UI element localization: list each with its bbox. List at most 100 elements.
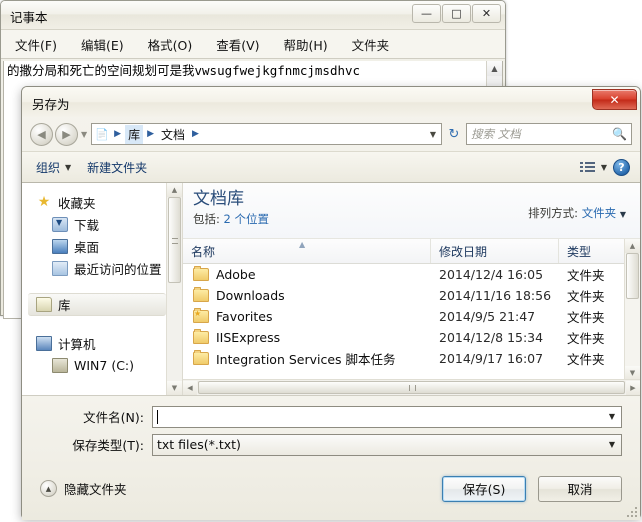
includes-link[interactable]: 2 个位置 [224,212,269,226]
close-icon[interactable]: ✕ [592,89,637,110]
sidebar-item-favorites[interactable]: ★ 收藏夹 [22,191,182,213]
recent-places-icon [52,260,68,276]
refresh-icon[interactable]: ↻ [444,127,464,142]
hscrollbar-thumb[interactable] [198,381,625,394]
chevron-up-icon[interactable]: ▲ [40,480,57,497]
file-name: Integration Services 脚本任务 [216,352,396,367]
scroll-down-icon[interactable]: ▼ [167,381,182,395]
chevron-down-icon[interactable]: ▼ [81,130,87,139]
scroll-left-icon[interactable]: ◀ [183,380,197,395]
save-button[interactable]: 保存(S) [442,475,526,502]
save-form: 文件名(N): ▼ 保存类型(T): txt files(*.txt) ▼ [22,395,640,457]
sidebar-item-drive-c[interactable]: WIN7 (C:) [22,354,182,376]
file-list-pane: 文档库 包括: 2 个位置 排列方式: 文件夹 ▼ 名称 ▲ 修改日期 类型 A… [183,183,640,395]
filename-row: 文件名(N): ▼ [40,405,622,428]
breadcrumb-library[interactable]: 库 [125,124,144,144]
menu-edit[interactable]: 编辑(E) [77,33,128,56]
help-icon[interactable]: ? [613,158,630,176]
dialog-titlebar[interactable]: 另存为 ✕ [22,87,640,117]
table-row[interactable]: Favorites 2014/9/5 21:47 文件夹 [183,306,640,327]
sidebar-label-desktop: 桌面 [74,239,100,255]
hide-folders-button[interactable]: ▲ 隐藏文件夹 [40,479,127,498]
view-chevron-down-icon[interactable]: ▼ [601,163,607,172]
view-options-icon[interactable] [579,161,595,174]
resize-grip[interactable] [625,505,637,517]
chevron-down-icon[interactable]: ▼ [609,440,615,449]
arrange-by[interactable]: 排列方式: 文件夹 ▼ [528,205,626,221]
cancel-button[interactable]: 取消 [538,475,622,502]
column-header-name[interactable]: 名称 ▲ [183,239,431,263]
back-button[interactable]: ◀ [30,122,53,146]
chevron-down-icon[interactable]: ▼ [620,210,626,219]
downloads-icon [52,216,68,232]
menu-file[interactable]: 文件(F) [11,33,61,56]
menu-view[interactable]: 查看(V) [212,33,263,56]
sort-ascending-icon: ▲ [299,240,306,249]
navigation-pane: ★ 收藏夹 下载 桌面 最近访问的位置 [22,183,183,395]
sidebar-item-desktop[interactable]: 桌面 [22,235,182,257]
sidebar-item-computer[interactable]: 计算机 [22,332,182,354]
breadcrumb-separator-icon[interactable]: ▶ [110,129,125,139]
search-box[interactable]: 搜索 文档 🔍 [466,123,632,145]
menu-folder[interactable]: 文件夹 [348,33,394,56]
sidebar-item-recent-places[interactable]: 最近访问的位置 [22,257,182,279]
minimize-icon[interactable]: — [412,4,441,23]
arrange-value[interactable]: 文件夹 [582,206,617,220]
desktop-icon [52,238,68,254]
notepad-document-text: 的撒分局和死亡的空间规划可是我vwsugfwejkgfnmcjmsdhvc [7,63,361,78]
star-icon: ★ [37,193,51,210]
breadcrumb-separator-icon-2[interactable]: ▶ [143,129,158,139]
scroll-right-icon[interactable]: ▶ [626,380,640,395]
filetype-select[interactable]: txt files(*.txt) ▼ [152,433,622,456]
computer-icon [36,335,52,351]
file-list-horizontal-scrollbar[interactable]: ◀ ▶ [183,379,640,395]
new-folder-button[interactable]: 新建文件夹 [79,156,155,179]
table-row[interactable]: Adobe 2014/12/4 16:05 文件夹 [183,264,640,285]
folder-icon [193,329,209,344]
sidebar-item-downloads[interactable]: 下载 [22,213,182,235]
scroll-up-icon[interactable]: ▲ [167,183,182,197]
file-modified: 2014/11/16 18:56 [439,288,552,303]
column-headers: 名称 ▲ 修改日期 类型 [183,239,640,264]
column-header-modified[interactable]: 修改日期 [431,239,559,263]
scroll-up-icon[interactable]: ▲ [487,61,502,76]
table-row[interactable]: Downloads 2014/11/16 18:56 文件夹 [183,285,640,306]
search-icon: 🔍 [612,127,627,141]
menu-format[interactable]: 格式(O) [144,33,197,56]
breadcrumb-separator-icon-3[interactable]: ▶ [188,129,203,139]
scroll-up-icon[interactable]: ▲ [625,239,640,253]
scroll-down-icon[interactable]: ▼ [625,366,640,380]
address-bar[interactable]: 📄 ▶ 库 ▶ 文档 ▶ ▼ [91,123,442,145]
organize-label: 组织 [36,160,61,175]
navpane-scrollbar[interactable]: ▲ ▼ [166,183,182,395]
chevron-down-icon[interactable]: ▼ [609,412,615,421]
file-name: Adobe [216,267,256,282]
file-modified: 2014/9/17 16:07 [439,351,544,366]
sidebar-label-libraries: 库 [58,298,71,313]
sidebar-label-computer: 计算机 [58,336,96,352]
table-row[interactable]: IISExpress 2014/12/8 15:34 文件夹 [183,327,640,348]
folder-icon [193,350,209,365]
file-modified: 2014/12/8 15:34 [439,330,544,345]
sidebar-item-libraries[interactable]: 库 [28,293,166,316]
column-label-modified: 修改日期 [439,244,488,259]
filename-input[interactable]: ▼ [152,405,622,428]
table-row[interactable]: Integration Services 脚本任务 2014/9/17 16:0… [183,348,640,369]
notepad-titlebar[interactable]: 记事本 — □ ✕ [1,1,505,30]
breadcrumb-documents[interactable]: 文档 [158,125,188,144]
dialog-body: ★ 收藏夹 下载 桌面 最近访问的位置 [22,183,640,395]
sidebar-label-favorites: 收藏夹 [58,195,96,211]
scrollbar-thumb[interactable] [626,253,639,299]
file-list-vertical-scrollbar[interactable]: ▲ ▼ [624,239,640,380]
search-input[interactable]: 搜索 文档 [471,126,612,142]
close-icon[interactable]: ✕ [472,4,501,23]
forward-button[interactable]: ▶ [55,122,78,146]
library-header: 文档库 包括: 2 个位置 排列方式: 文件夹 ▼ [183,183,640,239]
organize-button[interactable]: 组织 ▼ [28,156,79,179]
address-dropdown-icon[interactable]: ▼ [430,130,436,139]
menu-help[interactable]: 帮助(H) [280,33,332,56]
maximize-icon[interactable]: □ [442,4,471,23]
column-label-name: 名称 [191,244,216,259]
footer-buttons: 保存(S) 取消 [442,475,622,502]
scrollbar-thumb[interactable] [168,197,181,283]
